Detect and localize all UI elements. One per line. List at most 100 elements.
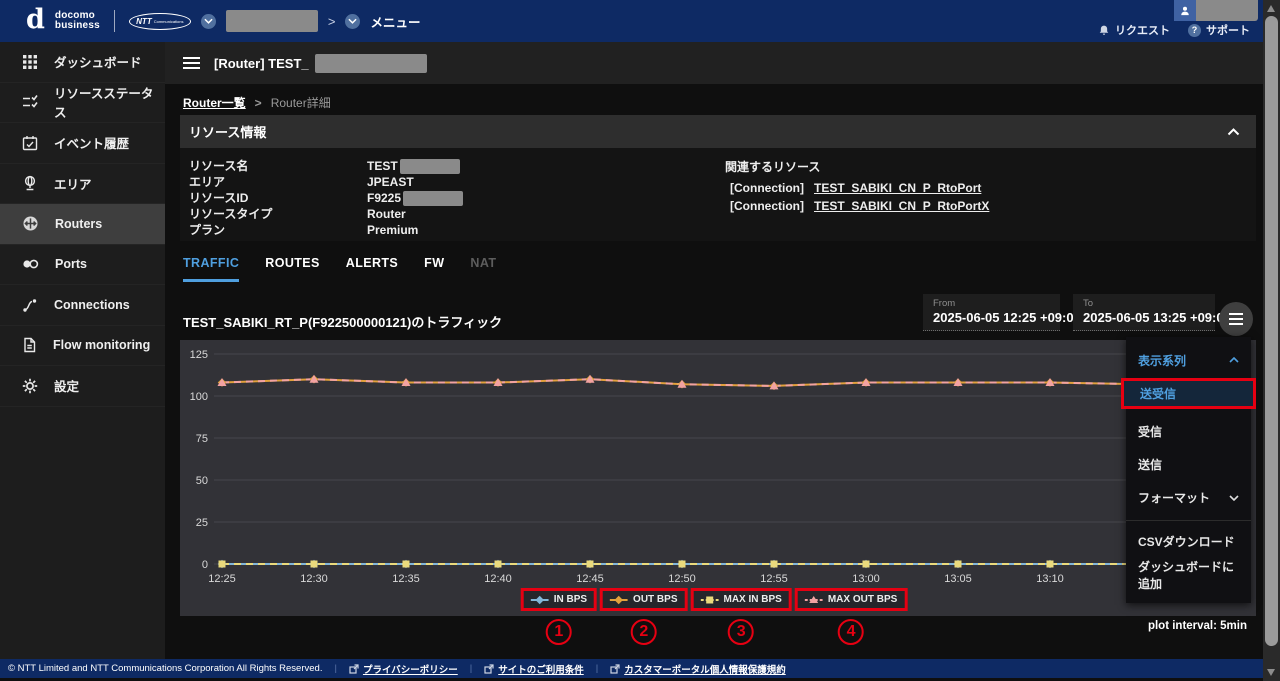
router-title: [Router] TEST_ <box>214 56 309 71</box>
scrollbar-down-arrow[interactable] <box>1267 669 1275 676</box>
sidebar-item-label: エリア <box>54 174 92 193</box>
svg-text:100: 100 <box>190 391 208 403</box>
traffic-chart: 025507510012512:2512:3012:3512:4012:4512… <box>180 340 1256 616</box>
related-connection-link[interactable]: TEST_SABIKI_CN_P_RtoPortX <box>814 197 989 215</box>
org-name-redaction-mask[interactable] <box>226 10 318 32</box>
value-redaction-mask <box>403 191 463 206</box>
sidebar-item-label: ダッシュボード <box>54 52 142 71</box>
menu-item-label: 受信 <box>1138 423 1162 440</box>
sidebar-item-ports[interactable]: Ports <box>0 245 165 286</box>
menu-item-send[interactable]: 送信 <box>1126 448 1251 481</box>
user-account-chip[interactable] <box>1174 0 1258 21</box>
menu-item-add-to-dashboard[interactable]: ダッシュボードに追加 <box>1126 558 1251 591</box>
to-value: 2025-06-05 13:25 +09:00 <box>1083 310 1205 325</box>
chevron-down-icon <box>1229 495 1239 501</box>
sidebar-item-connections[interactable]: Connections <box>0 285 165 326</box>
value-redaction-mask <box>400 159 460 174</box>
top-header: d docomo business NTT Communications > メ… <box>0 0 1280 42</box>
external-link-icon <box>349 664 359 674</box>
resource-panel-header[interactable]: リソース情報 <box>180 115 1256 148</box>
related-connection-link[interactable]: TEST_SABIKI_CN_P_RtoPort <box>814 179 981 197</box>
privacy-policy-link[interactable]: プライバシーポリシー <box>349 662 458 676</box>
tab-routes[interactable]: ROUTES <box>265 256 320 282</box>
breadcrumb-current: Router詳細 <box>271 94 331 111</box>
menu-group-label: 表示系列 <box>1138 352 1186 369</box>
breadcrumb-router-list-link[interactable]: Router一覧 <box>183 94 246 111</box>
scrollbar-thumb[interactable] <box>1265 16 1278 646</box>
router-icon <box>22 215 39 232</box>
scrollbar-up-arrow[interactable] <box>1267 5 1275 12</box>
sidebar-item-resource-status[interactable]: リソースステータス <box>0 83 165 124</box>
field-label: リソースID <box>180 190 367 206</box>
grid-icon <box>22 54 38 70</box>
menu-item-label: 送信 <box>1138 456 1162 473</box>
vertical-scrollbar[interactable] <box>1263 0 1280 681</box>
support-label: サポート <box>1206 22 1250 38</box>
request-button[interactable]: リクエスト <box>1098 22 1170 38</box>
sidebar-item-label: Ports <box>55 257 87 271</box>
legend-label: MAX OUT BPS <box>828 594 897 605</box>
svg-text:13:05: 13:05 <box>944 573 972 585</box>
legend-label: IN BPS <box>554 594 587 605</box>
connections-icon <box>22 297 38 313</box>
menu-item-label: 送受信 <box>1140 385 1176 402</box>
docomo-logo-icon: d <box>26 6 45 33</box>
globe-icon <box>22 175 38 191</box>
chart-options-menu-button[interactable] <box>1219 302 1253 336</box>
menu-item-csv-download[interactable]: CSVダウンロード <box>1126 525 1251 558</box>
personal-info-policy-link[interactable]: カスタマーポータル個人情報保護規約 <box>610 662 786 676</box>
sidebar-item-event-history[interactable]: イベント履歴 <box>0 123 165 164</box>
hamburger-icon[interactable] <box>183 62 200 64</box>
brand-line2: business <box>55 20 100 31</box>
user-name-redaction-mask <box>1196 0 1258 21</box>
tab-traffic[interactable]: TRAFFIC <box>183 256 239 282</box>
support-button[interactable]: ? サポート <box>1188 22 1250 38</box>
resource-panel-title: リソース情報 <box>189 122 266 141</box>
footer-link-label: プライバシーポリシー <box>363 662 458 676</box>
field-label: エリア <box>180 174 367 190</box>
question-icon: ? <box>1188 24 1201 37</box>
org-separator: > <box>328 14 336 29</box>
ntt-logo-sub: Communications <box>154 19 184 24</box>
to-datetime-input[interactable]: To 2025-06-05 13:25 +09:00 <box>1073 294 1215 331</box>
header-menu-button[interactable]: メニュー <box>370 12 420 31</box>
header-divider <box>114 10 115 32</box>
footer-separator: | <box>334 663 336 674</box>
svg-text:75: 75 <box>196 433 208 445</box>
sidebar-item-dashboard[interactable]: ダッシュボード <box>0 42 165 83</box>
tab-alerts[interactable]: ALERTS <box>346 256 398 282</box>
svg-text:12:30: 12:30 <box>300 573 328 585</box>
svg-text:0: 0 <box>202 559 208 571</box>
sidebar-item-label: イベント履歴 <box>54 133 129 152</box>
menu-group-display-series[interactable]: 表示系列 <box>1126 349 1251 371</box>
chevron-up-icon[interactable] <box>1227 128 1240 136</box>
legend-item-out-bps[interactable]: OUT BPS <box>600 588 687 611</box>
menu-item-send-receive[interactable]: 送受信 <box>1121 378 1256 409</box>
legend-item-in-bps[interactable]: IN BPS <box>521 588 597 611</box>
request-label: リクエスト <box>1115 22 1170 38</box>
chart-legend: IN BPS OUT BPS MAX IN BPS MAX OUT BPS 1 … <box>521 588 908 645</box>
legend-item-max-in-bps[interactable]: MAX IN BPS <box>691 588 792 611</box>
menu-group-format[interactable]: フォーマット <box>1126 481 1251 514</box>
calendar-check-icon <box>22 135 38 151</box>
terms-of-use-link[interactable]: サイトのご利用条件 <box>484 662 584 676</box>
sidebar-item-flow-monitoring[interactable]: Flow monitoring <box>0 326 165 367</box>
menu-item-receive[interactable]: 受信 <box>1126 415 1251 448</box>
sidebar-item-label: リソースステータス <box>54 83 165 121</box>
legend-item-max-out-bps[interactable]: MAX OUT BPS <box>795 588 907 611</box>
from-value: 2025-06-05 12:25 +09:00 <box>933 310 1050 325</box>
sidebar-item-routers[interactable]: Routers <box>0 204 165 245</box>
menu-chevron-icon[interactable] <box>345 14 360 29</box>
chart-options-menu: 表示系列 送受信 受信 送信 フォーマット CSVダウンロード ダッシュボードに… <box>1126 337 1251 603</box>
router-name-redaction-mask <box>315 54 427 73</box>
copyright-text: © NTT Limited and NTT Communications Cor… <box>8 663 322 674</box>
bell-icon <box>1098 24 1110 37</box>
checklist-icon <box>22 94 38 110</box>
org-selector-chevron-icon[interactable] <box>201 14 216 29</box>
external-link-icon <box>484 664 494 674</box>
tab-fw[interactable]: FW <box>424 256 444 282</box>
sidebar-item-area[interactable]: エリア <box>0 164 165 205</box>
field-label: プラン <box>180 222 367 238</box>
sidebar-item-settings[interactable]: 設定 <box>0 366 165 407</box>
from-datetime-input[interactable]: From 2025-06-05 12:25 +09:00 <box>923 294 1060 331</box>
